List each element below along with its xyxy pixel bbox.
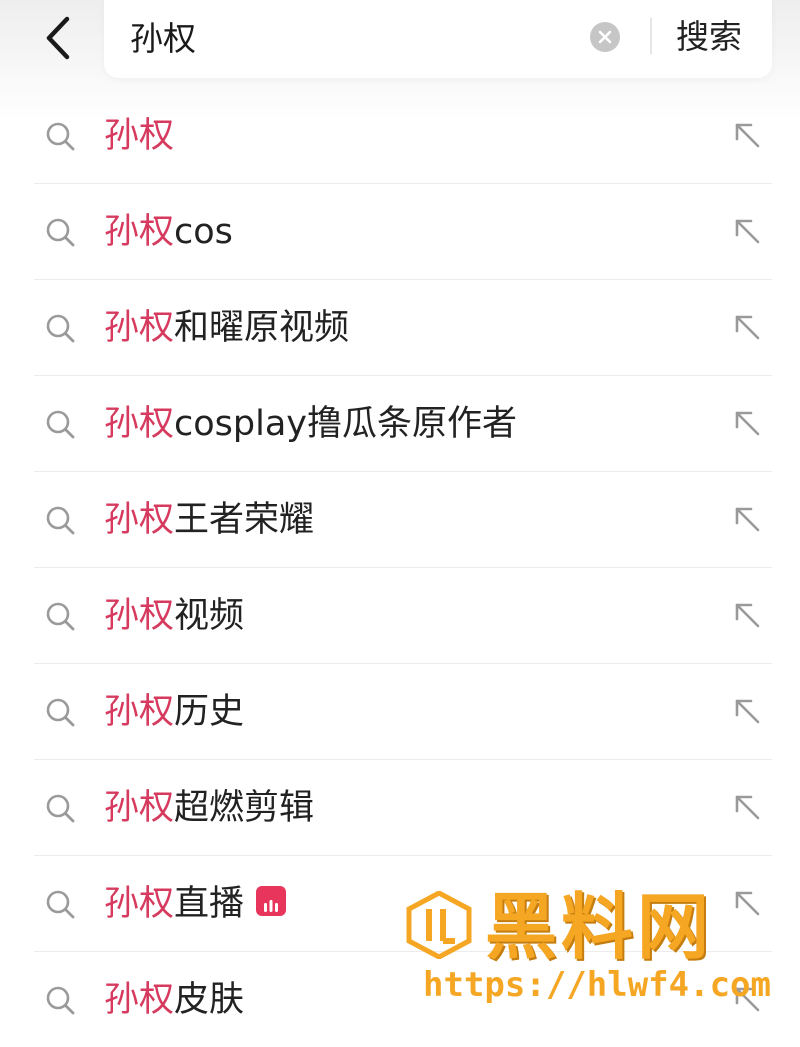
suggestion-item[interactable]: 孙权皮肤 <box>34 952 772 1047</box>
search-icon <box>46 218 75 247</box>
search-icon <box>46 506 75 535</box>
suggestion-highlight: 孙权 <box>104 308 175 348</box>
suggestion-rest: 视频 <box>174 596 245 636</box>
suggestion-highlight: 孙权 <box>104 404 175 444</box>
suggestion-highlight: 孙权 <box>104 212 175 252</box>
arrow-up-left-icon[interactable] <box>730 118 764 152</box>
suggestion-text: 孙权直播 <box>104 880 287 928</box>
back-button[interactable] <box>30 10 86 66</box>
search-icon <box>46 986 75 1015</box>
suggestion-highlight: 孙权 <box>104 692 175 732</box>
search-icon <box>46 890 75 919</box>
suggestion-item[interactable]: 孙权超燃剪辑 <box>34 760 772 856</box>
arrow-up-left-icon[interactable] <box>730 406 764 440</box>
suggestion-highlight: 孙权 <box>104 596 175 636</box>
search-button[interactable]: 搜索 <box>676 14 742 60</box>
arrow-up-left-icon[interactable] <box>730 598 764 632</box>
arrow-up-left-icon[interactable] <box>730 502 764 536</box>
suggestion-item[interactable]: 孙权 <box>34 88 772 184</box>
suggestion-rest: 皮肤 <box>174 980 245 1020</box>
suggestion-text: 孙权cosplay撸瓜条原作者 <box>104 400 517 448</box>
suggestion-text: 孙权cos <box>104 208 233 256</box>
suggestion-rest: cosplay撸瓜条原作者 <box>174 404 518 444</box>
search-input[interactable] <box>130 14 570 58</box>
suggestion-highlight: 孙权 <box>104 884 175 924</box>
arrow-up-left-icon[interactable] <box>730 982 764 1016</box>
suggestion-rest: 超燃剪辑 <box>174 788 315 828</box>
suggestion-rest: 历史 <box>174 692 245 732</box>
clear-button[interactable] <box>590 22 620 52</box>
search-icon <box>46 314 75 343</box>
search-icon <box>46 602 75 631</box>
arrow-up-left-icon[interactable] <box>730 214 764 248</box>
suggestion-highlight: 孙权 <box>104 500 175 540</box>
suggestion-highlight: 孙权 <box>104 788 175 828</box>
clear-circle-icon <box>598 30 612 44</box>
search-icon <box>46 698 75 727</box>
suggestion-text: 孙权王者荣耀 <box>104 496 314 544</box>
chevron-left-icon <box>46 16 70 60</box>
suggestion-text: 孙权和曜原视频 <box>104 304 349 352</box>
suggestion-text: 孙权历史 <box>104 688 244 736</box>
suggestion-text: 孙权超燃剪辑 <box>104 784 314 832</box>
suggestion-item[interactable]: 孙权cosplay撸瓜条原作者 <box>34 376 772 472</box>
suggestion-highlight: 孙权 <box>104 116 175 156</box>
suggestion-item[interactable]: 孙权王者荣耀 <box>34 472 772 568</box>
search-bar: 搜索 <box>104 0 772 78</box>
suggestion-list: 孙权 孙权cos 孙权和曜原视频 孙权cosplay撸瓜条原作者 孙权王者荣耀 孙权视频孙… <box>34 88 772 1047</box>
suggestion-highlight: 孙权 <box>104 980 175 1020</box>
suggestion-rest: cos <box>174 212 233 252</box>
arrow-up-left-icon[interactable] <box>730 886 764 920</box>
suggestion-rest: 直播 <box>174 884 245 924</box>
search-icon <box>46 410 75 439</box>
arrow-up-left-icon[interactable] <box>730 694 764 728</box>
suggestion-item[interactable]: 孙权视频 <box>34 568 772 664</box>
search-divider <box>650 18 652 54</box>
suggestion-rest: 和曜原视频 <box>174 308 350 348</box>
search-icon <box>46 122 75 151</box>
arrow-up-left-icon[interactable] <box>730 310 764 344</box>
arrow-up-left-icon[interactable] <box>730 790 764 824</box>
live-icon <box>256 886 287 916</box>
suggestion-item[interactable]: 孙权历史 <box>34 664 772 760</box>
suggestion-rest: 王者荣耀 <box>174 500 315 540</box>
suggestion-text: 孙权 <box>104 112 174 160</box>
suggestion-item[interactable]: 孙权直播 <box>34 856 772 952</box>
suggestion-text: 孙权视频 <box>104 592 244 640</box>
search-icon <box>46 794 75 823</box>
suggestion-item[interactable]: 孙权cos <box>34 184 772 280</box>
suggestion-item[interactable]: 孙权和曜原视频 <box>34 280 772 376</box>
suggestion-text: 孙权皮肤 <box>104 976 244 1024</box>
